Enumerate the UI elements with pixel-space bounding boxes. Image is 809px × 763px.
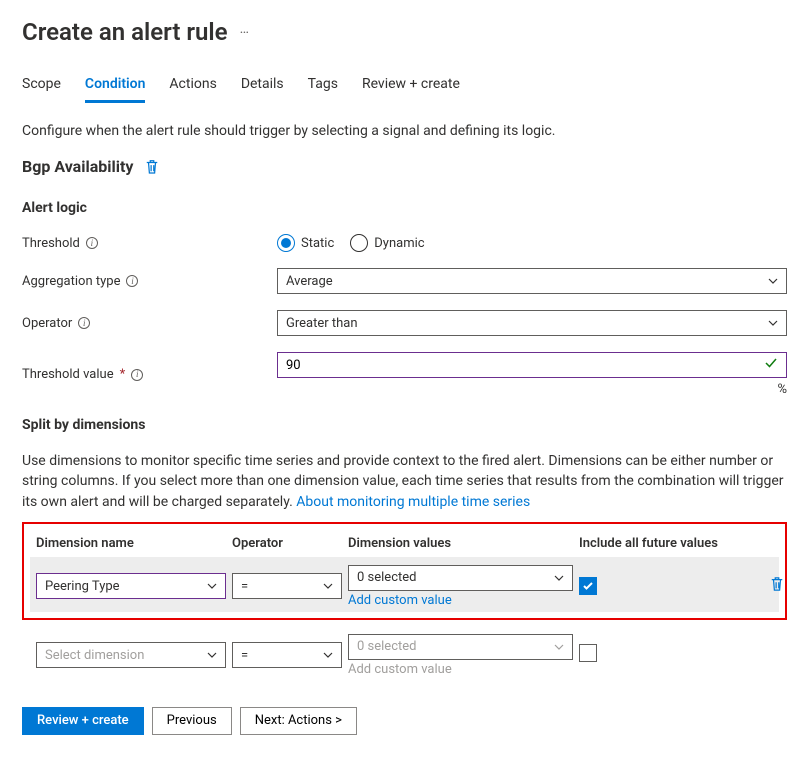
dimension-operator-select[interactable]: = — [232, 642, 342, 668]
threshold-static-radio[interactable]: Static — [277, 234, 334, 252]
dimensions-learn-more-link[interactable]: About monitoring multiple time series — [296, 494, 530, 510]
tab-tags[interactable]: Tags — [308, 76, 338, 103]
info-icon[interactable]: i — [78, 317, 90, 329]
next-button[interactable]: Next: Actions > — [240, 707, 357, 735]
chevron-down-icon — [323, 581, 333, 591]
tab-details[interactable]: Details — [241, 76, 284, 103]
dimension-row: Select dimension = 0 selected Add custom… — [30, 626, 779, 681]
highlighted-dimension-area: Dimension name Operator Dimension values… — [22, 522, 787, 620]
tab-condition[interactable]: Condition — [85, 76, 146, 103]
dimensions-description: Use dimensions to monitor specific time … — [22, 451, 787, 512]
info-icon[interactable]: i — [86, 237, 98, 249]
aggregation-type-label: Aggregation type — [22, 274, 120, 289]
threshold-dynamic-label: Dynamic — [374, 236, 424, 251]
more-actions-icon[interactable]: … — [240, 21, 251, 43]
split-by-dimensions-heading: Split by dimensions — [22, 417, 787, 433]
threshold-dynamic-radio[interactable]: Dynamic — [350, 234, 424, 252]
delete-dimension-icon[interactable] — [770, 577, 784, 596]
threshold-value-input-wrapper — [277, 352, 787, 378]
chevron-down-icon — [207, 650, 217, 660]
chevron-down-icon — [768, 276, 778, 286]
alert-logic-heading: Alert logic — [22, 200, 787, 216]
include-future-checkbox[interactable] — [579, 644, 597, 662]
chevron-down-icon — [768, 318, 778, 328]
aggregation-type-select[interactable]: Average — [277, 268, 787, 294]
threshold-static-label: Static — [301, 236, 334, 251]
chevron-down-icon — [207, 581, 217, 591]
operator-value: Greater than — [286, 316, 358, 331]
dimension-name-select[interactable]: Peering Type — [36, 573, 226, 599]
condition-description: Configure when the alert rule should tri… — [22, 123, 787, 139]
dimension-operator-select[interactable]: = — [232, 573, 342, 599]
aggregation-type-value: Average — [286, 274, 333, 289]
add-custom-value-link[interactable]: Add custom value — [348, 593, 573, 608]
dimension-name-select[interactable]: Select dimension — [36, 642, 226, 668]
page-title: Create an alert rule — [22, 18, 228, 46]
dim-header-operator: Operator — [232, 536, 342, 551]
signal-name: Bgp Availability — [22, 157, 133, 176]
delete-signal-icon[interactable] — [145, 159, 159, 175]
tab-review-create[interactable]: Review + create — [362, 76, 460, 103]
tab-actions[interactable]: Actions — [169, 76, 216, 103]
include-future-checkbox[interactable] — [579, 577, 597, 595]
dim-header-future: Include all future values — [579, 536, 764, 551]
chevron-down-icon — [554, 642, 564, 652]
dim-header-name: Dimension name — [36, 536, 226, 551]
threshold-value-unit: % — [277, 382, 787, 397]
threshold-value-input[interactable] — [286, 358, 764, 373]
dimension-values-select[interactable]: 0 selected — [348, 634, 573, 660]
threshold-label: Threshold — [22, 236, 80, 251]
chevron-down-icon — [323, 650, 333, 660]
operator-label: Operator — [22, 316, 72, 331]
info-icon[interactable]: i — [126, 275, 138, 287]
dim-header-values: Dimension values — [348, 536, 573, 551]
threshold-value-label: Threshold value — [22, 367, 114, 382]
tab-scope[interactable]: Scope — [22, 76, 61, 103]
valid-check-icon — [764, 356, 778, 374]
review-create-button[interactable]: Review + create — [22, 707, 144, 735]
dimension-values-select[interactable]: 0 selected — [348, 565, 573, 591]
dimension-row: Peering Type = 0 selected Add custom val… — [30, 557, 779, 612]
tabs-nav: Scope Condition Actions Details Tags Rev… — [22, 72, 787, 103]
info-icon[interactable]: i — [131, 369, 143, 381]
chevron-down-icon — [554, 573, 564, 583]
operator-select[interactable]: Greater than — [277, 310, 787, 336]
previous-button[interactable]: Previous — [152, 707, 232, 735]
add-custom-value-link: Add custom value — [348, 662, 573, 677]
